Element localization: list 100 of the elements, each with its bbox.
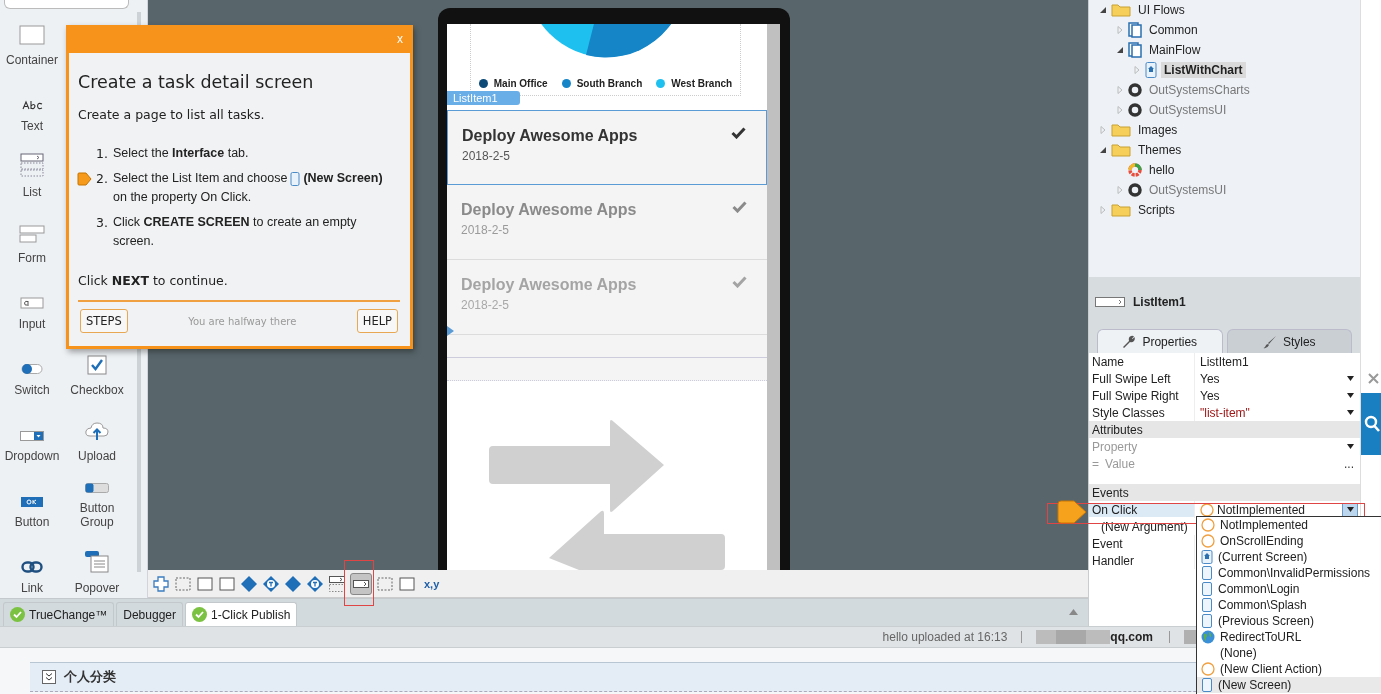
tutorial-title: Create a task detail screen [78,72,315,92]
dropdown-icon [20,431,44,441]
dropdown-option[interactable]: OnScrollEnding [1197,533,1381,549]
collapsed-icon[interactable] [1116,106,1124,114]
checkmark-icon [732,276,747,288]
collapse-up-icon[interactable] [1069,609,1078,615]
tree-item-label[interactable]: UI Flows [1135,2,1188,18]
coordinates-toggle[interactable]: x,y [424,577,440,590]
palette-item[interactable]: Container [0,9,64,75]
dropdown-option[interactable]: RedirectToURL [1197,629,1381,645]
account-name: qq.com [1110,630,1153,644]
screen-icon [1201,614,1213,628]
palette-search-field[interactable] [4,0,129,9]
legend-label: West Branch [671,78,733,89]
diamond-t-icon [307,575,323,592]
toolbar-button[interactable] [350,572,372,595]
palette-item[interactable]: Upload [64,405,130,471]
dropdown-option[interactable]: Common\InvalidPermissions [1197,565,1381,581]
collapsed-icon[interactable] [1099,206,1107,214]
collapsed-icon[interactable] [1116,186,1124,194]
task-date: 2018-2-5 [461,223,511,237]
dropdown-option[interactable]: NotImplemented [1197,517,1381,533]
dropdown-caret-icon [1347,376,1354,381]
check-circle-icon [192,607,207,622]
expanded-icon[interactable] [1099,6,1107,14]
dropdown-caret-icon [1347,410,1354,415]
flow-icon [1128,22,1142,38]
legend-label: South Branch [576,78,643,89]
collapse-chevron-icon[interactable] [42,670,56,684]
dropdown-option[interactable]: (New Screen) [1197,677,1381,693]
panel-tab[interactable]: Styles [1226,329,1352,353]
checkbox-icon [87,355,107,375]
dropdown-option[interactable]: (New Client Action) [1197,661,1381,677]
dropdown-caret-icon [1347,393,1354,398]
palette-item[interactable]: Checkbox [64,339,130,405]
steps-button[interactable]: STEPS [80,309,128,333]
bottom-tab[interactable]: TrueChange™ [3,602,115,626]
container-icon [19,25,45,45]
link-icon [21,561,43,573]
list-icon [329,575,345,592]
tree-item-label[interactable]: OutSystemsUI [1146,182,1230,198]
palette-item[interactable]: Link [0,537,64,598]
dropdown-option[interactable]: (None) [1197,645,1381,661]
step-number: 3. [96,214,109,232]
tree-item-label[interactable]: Themes [1135,142,1185,158]
palette-item[interactable]: Switch [0,339,64,405]
collapsed-icon[interactable] [1133,66,1141,74]
search-button[interactable] [1361,393,1381,455]
palette-item[interactable]: List [0,141,64,207]
collapsed-icon[interactable] [1099,126,1107,134]
dropdown-option[interactable]: Common\Splash [1197,597,1381,613]
bottom-tab[interactable]: 1-Click Publish [185,602,298,626]
tree-item-label[interactable]: Common [1146,22,1201,38]
palette-item[interactable]: Popover [64,537,130,598]
palette-item[interactable]: Button [0,471,64,537]
palette-item[interactable]: Button Group [64,471,130,537]
dropdown-option[interactable]: Common\Login [1197,581,1381,597]
collapsed-icon[interactable] [1116,86,1124,94]
popover-icon [85,551,109,573]
dropdown-option[interactable]: (Current Screen) [1197,549,1381,565]
step-text: (New Screen) [303,170,383,187]
expanded-icon[interactable] [1116,46,1124,54]
close-icon[interactable] [1368,373,1379,384]
folder-icon [1111,203,1131,217]
expanded-icon[interactable] [1099,146,1107,154]
panel-tab[interactable]: Properties [1097,329,1223,353]
dropdown-caret-icon [1347,444,1354,449]
tree-item-label[interactable]: ListWithChart [1161,62,1246,78]
globe-icon [1201,630,1215,644]
bottom-tab[interactable]: Debugger [116,602,183,626]
phone-icon [290,171,301,186]
property-name: Event [1091,536,1124,551]
task-row[interactable]: Deploy Awesome Apps 2018-2-5 [447,110,767,185]
palette-item[interactable]: Dropdown [0,405,64,471]
check-circle-icon [10,607,25,622]
help-button[interactable]: HELP [356,309,398,333]
palette-item[interactable]: Form [0,207,64,273]
palette-item[interactable]: Input [0,273,64,339]
property-name: Handler [1091,553,1136,568]
section-title: 个人分类 [64,668,116,686]
dashed-box-icon [377,576,393,591]
property-name: Name [1091,354,1125,369]
tree-item-label[interactable]: Scripts [1135,202,1178,218]
property-name: Full Swipe Left [1091,371,1172,386]
tree-item-label[interactable]: MainFlow [1146,42,1204,58]
more-button[interactable]: ... [1344,456,1354,471]
scrollbar[interactable] [767,24,780,570]
dropdown-caret-icon [1346,507,1354,512]
tree-item-label[interactable]: Images [1135,122,1181,138]
dropdown-option[interactable]: (Previous Screen) [1197,613,1381,629]
list-item-icon [353,579,369,588]
button-group-icon [85,483,109,493]
tree-item-label[interactable]: hello [1146,162,1178,178]
tree-item-label[interactable]: OutSystemsCharts [1146,82,1253,98]
task-title: Deploy Awesome Apps [462,127,638,145]
theme-icon [1128,163,1142,177]
tree-item-label[interactable]: OutSystemsUI [1146,102,1230,118]
input-icon [20,297,44,309]
collapsed-icon[interactable] [1116,26,1124,34]
palette-item[interactable]: Text [0,75,64,141]
